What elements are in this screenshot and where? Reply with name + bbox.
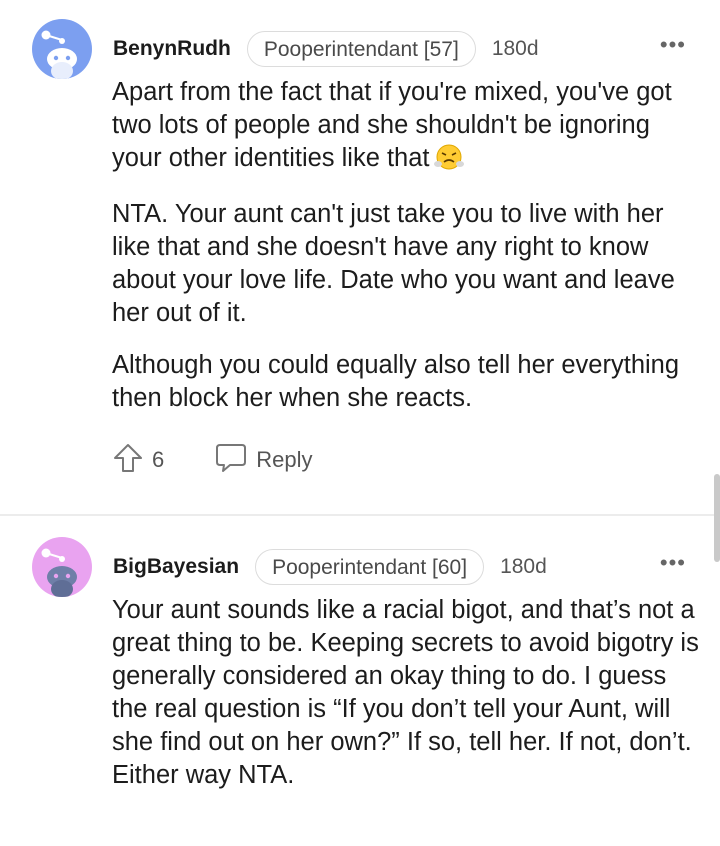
comment-actions: 6 Reply (112, 440, 313, 480)
user-flair: Pooperintendant [57] (246, 31, 476, 67)
scrollbar[interactable] (714, 474, 720, 562)
speech-bubble-icon (214, 442, 248, 479)
comment-divider (0, 514, 720, 516)
comment-age: 180d (491, 37, 539, 60)
comment-paragraph: Apart from the fact that if you're mixed… (112, 76, 702, 179)
vote-count: 6 (152, 447, 165, 472)
reply-button[interactable]: Reply (214, 442, 313, 479)
comment-paragraph: Although you could equally also tell her… (112, 351, 680, 412)
comment-paragraph: NTA. Your aunt can't just take you to li… (112, 200, 675, 327)
comment-text: Apart from the fact that if you're mixed… (112, 78, 672, 172)
comment-age: 180d (500, 555, 547, 578)
face-with-steam-icon (433, 142, 464, 179)
avatar[interactable] (32, 537, 92, 597)
upvote-arrow-icon (112, 442, 144, 479)
username[interactable]: BigBayesian (113, 555, 239, 579)
more-options-icon[interactable]: ••• (660, 34, 686, 56)
comment-header: BenynRudh Pooperintendant [57] 180d (113, 29, 539, 69)
reply-label: Reply (256, 447, 313, 472)
user-flair: Pooperintendant [60] (255, 549, 485, 585)
comment-header: BigBayesian Pooperintendant [60] 180d (113, 547, 547, 587)
avatar[interactable] (32, 19, 92, 79)
upvote-button[interactable]: 6 (112, 442, 164, 479)
comment-paragraph: Your aunt sounds like a racial bigot, an… (112, 596, 699, 789)
comment-body: Apart from the fact that if you're mixed… (112, 76, 702, 434)
more-options-icon[interactable]: ••• (660, 552, 686, 574)
username[interactable]: BenynRudh (113, 37, 231, 61)
comment-body: Your aunt sounds like a racial bigot, an… (112, 594, 702, 811)
